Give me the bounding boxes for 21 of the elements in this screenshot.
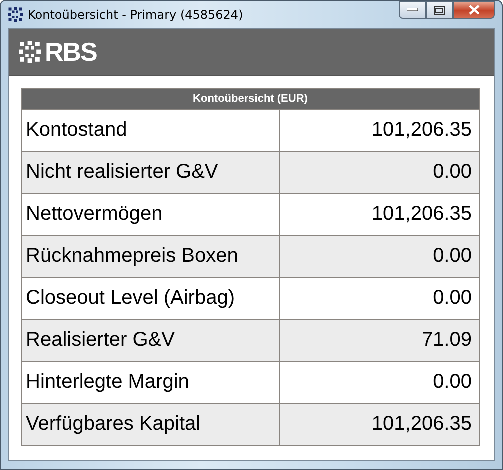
close-icon [468,5,480,15]
row-value: 101,206.35 [280,404,480,446]
row-label: Verfügbares Kapital [22,404,280,446]
row-value: 0.00 [280,152,480,194]
row-label: Rücknahmepreis Boxen [22,236,280,278]
row-value: 0.00 [280,236,480,278]
minimize-button[interactable] [399,1,426,19]
row-label: Nicht realisierter G&V [22,152,280,194]
table-title: Kontoübersicht (EUR) [22,88,480,110]
row-label: Realisierter G&V [22,320,280,362]
row-label: Kontostand [22,110,280,152]
logo-text: RBS [45,36,97,68]
minimize-icon [407,8,418,12]
window-title: Kontoübersicht - Primary (4585624) [28,8,244,22]
row-value: 71.09 [280,320,480,362]
app-logo-icon [8,7,23,22]
close-button[interactable] [453,1,495,19]
maximize-icon [434,6,445,14]
maximize-button[interactable] [426,1,453,19]
logo-icon [19,41,41,63]
row-value: 101,206.35 [280,110,480,152]
